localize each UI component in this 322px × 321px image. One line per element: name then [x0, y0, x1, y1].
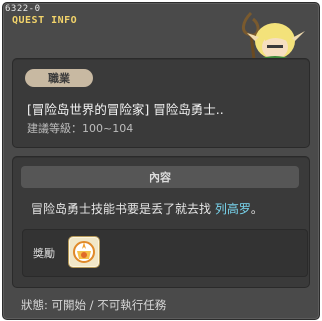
quest-info-window: 6322-0 QUEST INFO 職業 [冒险岛世界的冒险家] 冒险岛勇士..… — [2, 2, 320, 320]
quest-content-panel: 內容 冒险岛勇士技能书要是丢了就去找 列高罗。 獎勵 — [12, 156, 310, 288]
quest-summary-panel: 職業 [冒险岛世界的冒险家] 冒险岛勇士.. 建議等級：100~104 — [12, 58, 310, 148]
description-end: 。 — [250, 202, 263, 216]
skill-book-icon — [73, 241, 95, 263]
description-text: 冒险岛勇士技能书要是丢了就去找 — [31, 202, 215, 216]
content-section-header: 內容 — [21, 166, 299, 188]
quest-info-header: QUEST INFO — [12, 15, 78, 26]
quest-description: 冒险岛勇士技能书要是丢了就去找 列高罗。 — [31, 200, 263, 217]
reward-box: 獎勵 — [22, 229, 308, 277]
recommended-level: 建議等級：100~104 — [27, 122, 134, 135]
npc-name-link[interactable]: 列高罗 — [215, 202, 251, 216]
job-badge: 職業 — [25, 69, 93, 87]
quest-title: [冒险岛世界的冒险家] 冒险岛勇士.. — [27, 102, 224, 117]
quest-status: 狀態: 可開始 / 不可執行任務 — [21, 298, 167, 312]
quest-id: 6322-0 — [5, 4, 41, 14]
reward-label: 獎勵 — [33, 247, 55, 260]
reward-item-slot[interactable] — [68, 236, 100, 268]
